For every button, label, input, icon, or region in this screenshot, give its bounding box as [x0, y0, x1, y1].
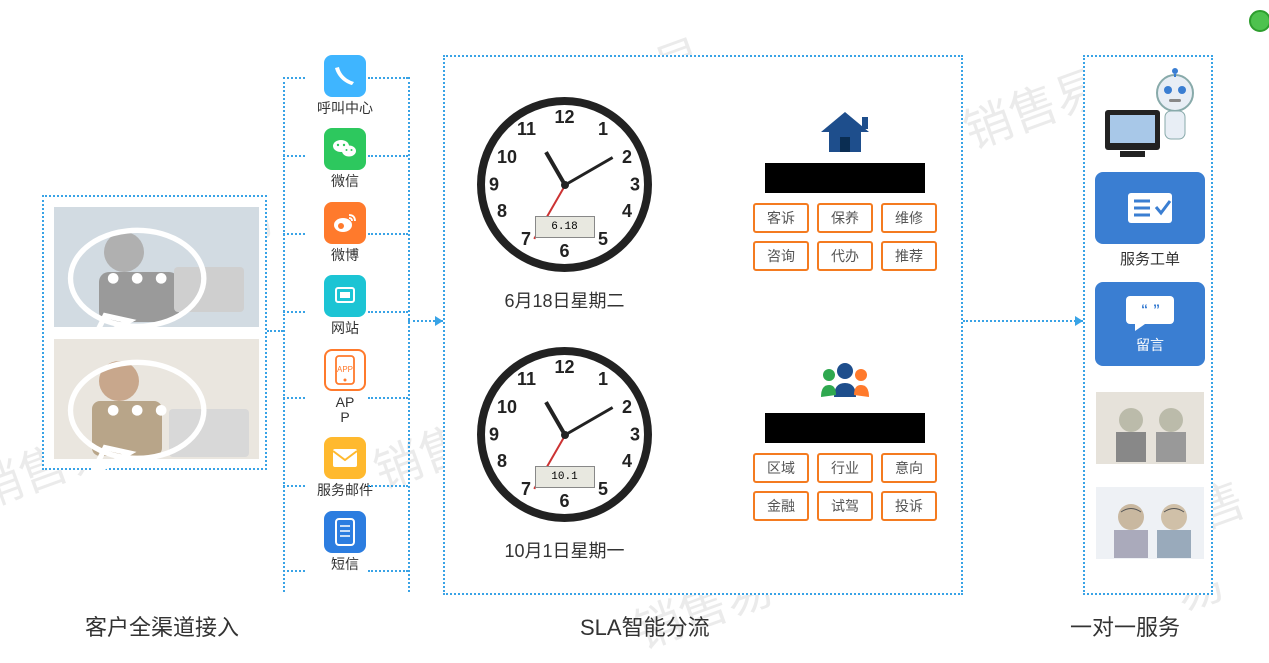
speech-bubble-icon [36, 357, 241, 477]
sms-icon [324, 511, 366, 553]
message-card-label: 留言 [1136, 335, 1164, 355]
weibo-icon [324, 202, 366, 244]
channel-label: 微博 [331, 248, 359, 263]
one-to-one-service-box: 服务工单 “”留言 [1083, 55, 1213, 595]
tag: 意向 [881, 453, 937, 483]
clock-lcd: 10.1 [535, 466, 595, 488]
tag: 代办 [817, 241, 873, 271]
service-ticket-card: 服务工单 [1095, 172, 1205, 269]
tag: 咨询 [753, 241, 809, 271]
customer-photo-2 [54, 339, 259, 459]
redacted-bar [765, 163, 925, 193]
channel-label: 短信 [331, 557, 359, 572]
clock-2: 12 1 2 3 4 5 6 7 8 9 10 11 10.1 [477, 347, 652, 522]
app-icon: APP [324, 349, 366, 391]
connector-line [368, 570, 408, 572]
message-quote-icon: “” [1123, 293, 1177, 333]
speech-bubble-icon [36, 225, 241, 345]
svg-text:APP: APP [337, 365, 353, 374]
channel-label: 服务邮件 [317, 483, 373, 498]
section-title-mid: SLA智能分流 [580, 610, 710, 642]
connector-line [368, 155, 408, 157]
customer-access-box [42, 195, 267, 470]
agent-photo-2 [1095, 487, 1205, 559]
phone-icon [324, 55, 366, 97]
category-group-2: 区域 行业 意向 金融 试驾 投诉 [735, 357, 955, 529]
message-card: “”留言 [1095, 282, 1205, 366]
connector-line [283, 570, 305, 572]
service-ticket-label: 服务工单 [1120, 248, 1180, 269]
tag: 试驾 [817, 491, 873, 521]
arrowhead-icon [1075, 316, 1083, 326]
wechat-icon [324, 128, 366, 170]
connector-line [283, 311, 305, 313]
connector-line [283, 397, 305, 399]
tag: 金融 [753, 491, 809, 521]
robot-agent-photo [1095, 65, 1205, 160]
tag: 行业 [817, 453, 873, 483]
svg-text:”: ” [1153, 301, 1160, 317]
arrowhead-icon [435, 316, 443, 326]
channel-column: 呼叫中心 微信 微博 网站 APP AP P 服务邮件 短信 [305, 55, 385, 584]
clock-minute-hand [564, 406, 613, 436]
connector-line [283, 485, 305, 487]
redacted-bar [765, 413, 925, 443]
connector-line [368, 485, 408, 487]
connector-line [368, 233, 408, 235]
clock-1: 12 1 2 3 4 5 6 7 8 9 10 11 6.18 [477, 97, 652, 272]
channel-label: 网站 [331, 321, 359, 336]
clock-minute-hand [564, 156, 613, 186]
customer-photo-1 [54, 207, 259, 327]
corner-badge-icon [1249, 10, 1269, 32]
channel-label: 微信 [331, 174, 359, 189]
tag: 推荐 [881, 241, 937, 271]
connector-line [283, 233, 305, 235]
tag: 维修 [881, 203, 937, 233]
tag: 客诉 [753, 203, 809, 233]
section-title-left: 客户全渠道接入 [85, 610, 239, 642]
channel-email: 服务邮件 [305, 437, 385, 498]
tag: 投诉 [881, 491, 937, 521]
connector-line [368, 397, 408, 399]
connector-line [368, 311, 408, 313]
clock-lcd: 6.18 [535, 216, 595, 238]
channel-website: 网站 [305, 275, 385, 336]
svg-text:“: “ [1141, 301, 1148, 317]
connector-line [283, 155, 305, 157]
section-title-right: 一对一服务 [1070, 610, 1180, 642]
clock-2-caption: 10月1日星期一 [477, 537, 652, 563]
channel-label: AP P [336, 395, 355, 426]
channel-call-center: 呼叫中心 [305, 55, 385, 116]
form-check-icon [1126, 191, 1174, 225]
connector-line [267, 330, 283, 332]
connector-line [963, 320, 1083, 322]
connector-line [368, 77, 408, 79]
channel-app: APP AP P [305, 349, 385, 426]
agent-photo-1 [1095, 392, 1205, 464]
channel-label: 呼叫中心 [317, 101, 373, 116]
sla-routing-box: 12 1 2 3 4 5 6 7 8 9 10 11 6.18 6月18日星期二… [443, 55, 963, 595]
mail-icon [324, 437, 366, 479]
website-icon [324, 275, 366, 317]
connector-line [408, 77, 410, 592]
channel-wechat: 微信 [305, 128, 385, 189]
category-group-1: 客诉 保养 维修 咨询 代办 推荐 [735, 107, 955, 279]
house-icon [816, 107, 874, 157]
connector-line [283, 77, 305, 79]
people-icon [816, 357, 874, 407]
channel-sms: 短信 [305, 511, 385, 572]
tag: 区域 [753, 453, 809, 483]
tag: 保养 [817, 203, 873, 233]
clock-1-caption: 6月18日星期二 [477, 287, 652, 313]
